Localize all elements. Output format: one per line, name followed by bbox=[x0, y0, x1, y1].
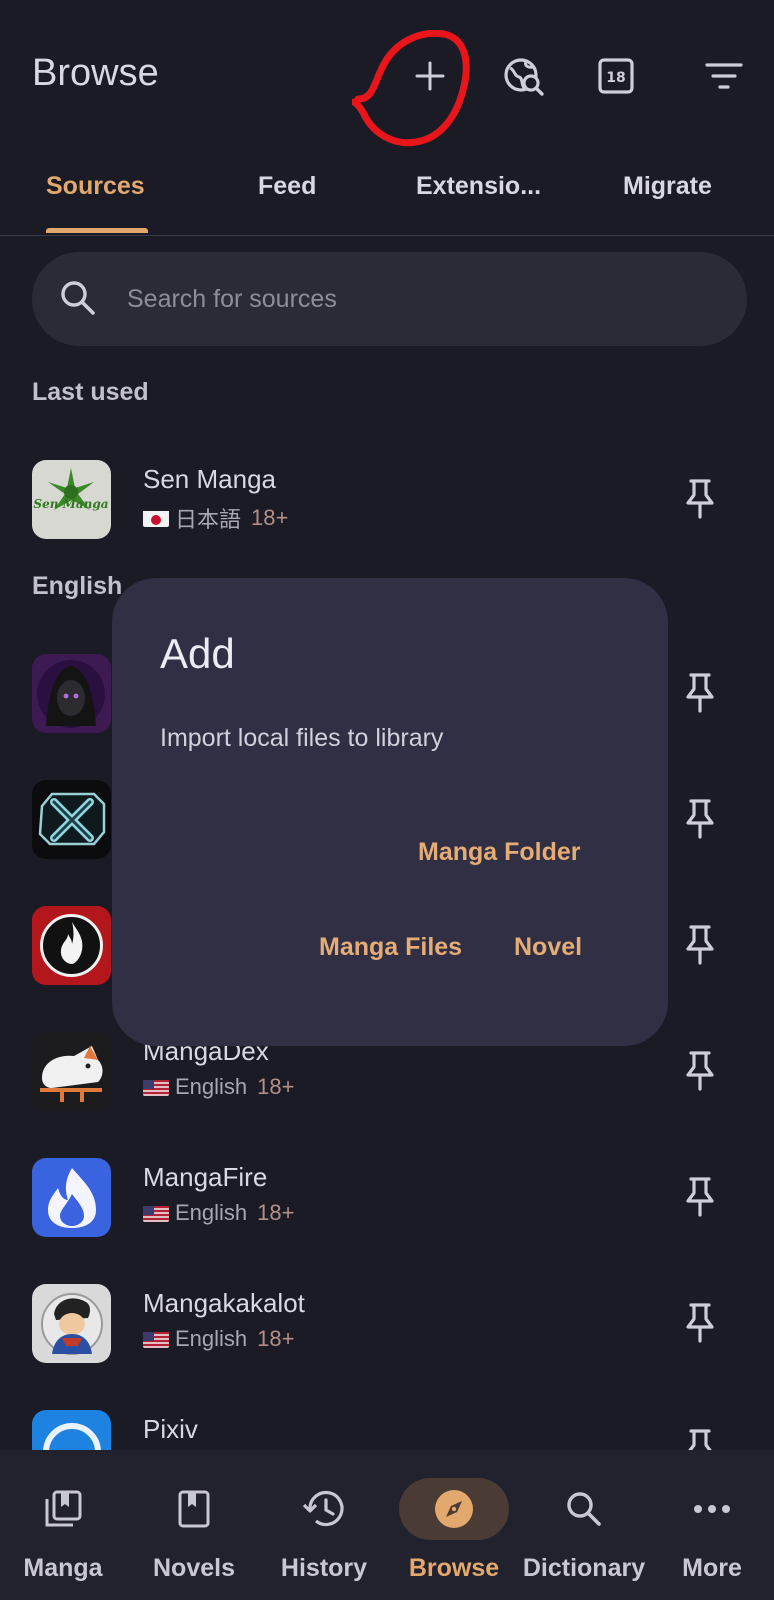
source-meta: English 18+ bbox=[143, 1074, 294, 1100]
pin-icon[interactable] bbox=[676, 1298, 724, 1346]
pin-icon[interactable] bbox=[676, 1172, 724, 1220]
search-icon bbox=[58, 278, 98, 323]
mangakakalot-logo bbox=[32, 1284, 111, 1363]
sen-manga-logo: Sen Manga bbox=[32, 460, 111, 539]
source-row-mangakakalot[interactable]: Mangakakalot English 18+ bbox=[0, 1268, 774, 1378]
add-dialog: Add Import local files to library Manga … bbox=[112, 578, 668, 1046]
nav-label: Dictionary bbox=[522, 1554, 646, 1582]
more-icon bbox=[657, 1478, 767, 1540]
x-logo bbox=[32, 780, 111, 859]
plus-icon[interactable] bbox=[402, 48, 458, 104]
source-language: 日本語 bbox=[175, 507, 242, 532]
us-flag-icon bbox=[143, 1078, 169, 1096]
library-icon bbox=[8, 1478, 118, 1540]
us-flag-icon bbox=[143, 1330, 169, 1348]
compass-icon bbox=[399, 1478, 509, 1540]
source-row-sen-manga[interactable]: Sen Manga Sen Manga 日本語 18+ bbox=[0, 444, 774, 554]
source-row-mangafire[interactable]: MangaFire English 18+ bbox=[0, 1142, 774, 1252]
tab-sources[interactable]: Sources bbox=[46, 172, 145, 201]
adult-filter-icon[interactable]: 18 bbox=[588, 48, 644, 104]
history-icon bbox=[269, 1478, 379, 1540]
nsfw-badge: 18+ bbox=[257, 1074, 295, 1099]
top-app-bar: Browse 18 bbox=[0, 0, 774, 150]
source-meta: 日本語 18+ bbox=[143, 502, 288, 534]
page-title: Browse bbox=[32, 52, 159, 94]
dialog-title: Add bbox=[160, 630, 235, 677]
nsfw-badge: 18+ bbox=[257, 1200, 295, 1225]
novel-button[interactable]: Novel bbox=[514, 933, 582, 962]
nav-dictionary[interactable]: Dictionary bbox=[519, 1466, 649, 1586]
source-meta: English 18+ bbox=[143, 1200, 294, 1226]
manga-folder-button[interactable]: Manga Folder bbox=[418, 838, 581, 867]
nav-label: Browse bbox=[408, 1554, 500, 1582]
dialog-message: Import local files to library bbox=[160, 724, 444, 752]
source-name: Pixiv bbox=[143, 1414, 198, 1444]
nav-history[interactable]: History bbox=[259, 1466, 389, 1586]
filter-icon[interactable] bbox=[696, 48, 752, 104]
source-language: English bbox=[175, 1200, 248, 1225]
section-label-last-used: Last used bbox=[32, 378, 149, 406]
tab-migrate[interactable]: Migrate bbox=[623, 172, 712, 201]
global-search-icon[interactable] bbox=[496, 48, 552, 104]
search-input[interactable] bbox=[127, 274, 687, 324]
nav-label: History bbox=[280, 1554, 368, 1582]
us-flag-icon bbox=[143, 1204, 169, 1222]
pin-icon[interactable] bbox=[676, 668, 724, 716]
pin-icon[interactable] bbox=[676, 920, 724, 968]
flame-logo bbox=[32, 906, 111, 985]
active-tab-indicator bbox=[46, 228, 148, 233]
section-label-english: English bbox=[32, 572, 123, 600]
nsfw-badge: 18+ bbox=[251, 505, 289, 530]
nav-manga[interactable]: Manga bbox=[0, 1466, 128, 1586]
nav-novels[interactable]: Novels bbox=[129, 1466, 259, 1586]
book-icon bbox=[139, 1478, 249, 1540]
mangafire-logo bbox=[32, 1158, 111, 1237]
nsfw-badge: 18+ bbox=[257, 1326, 295, 1351]
hooded-figure-logo bbox=[32, 654, 111, 733]
source-language: English bbox=[175, 1326, 248, 1351]
manga-files-button[interactable]: Manga Files bbox=[319, 933, 462, 962]
nav-more[interactable]: More bbox=[650, 1466, 774, 1586]
pin-icon[interactable] bbox=[676, 794, 724, 842]
nav-label: More bbox=[682, 1554, 742, 1582]
nav-label: Novels bbox=[153, 1554, 235, 1582]
sen-manga-logo-text: Sen Manga bbox=[33, 497, 108, 511]
nav-label: Manga bbox=[23, 1554, 103, 1582]
source-name: Sen Manga bbox=[143, 464, 276, 494]
search-icon bbox=[529, 1478, 639, 1540]
tab-feed[interactable]: Feed bbox=[258, 172, 316, 201]
tab-bar: Sources Feed Extensio... Migrate bbox=[0, 150, 774, 236]
source-name: Mangakakalot bbox=[143, 1288, 305, 1318]
search-bar[interactable] bbox=[32, 252, 747, 346]
nav-browse[interactable]: Browse bbox=[389, 1466, 519, 1586]
source-meta: English 18+ bbox=[143, 1326, 294, 1352]
pin-icon[interactable] bbox=[676, 474, 724, 522]
source-language: English bbox=[175, 1074, 248, 1099]
source-name: MangaFire bbox=[143, 1162, 268, 1192]
mangadex-logo bbox=[32, 1032, 111, 1111]
bottom-navigation: Manga Novels History Browse Dictionary M… bbox=[0, 1450, 774, 1600]
tab-extensions[interactable]: Extensio... bbox=[416, 172, 541, 201]
adult-badge-text: 18 bbox=[606, 70, 625, 86]
japan-flag-icon bbox=[143, 509, 169, 527]
pin-icon[interactable] bbox=[676, 1046, 724, 1094]
